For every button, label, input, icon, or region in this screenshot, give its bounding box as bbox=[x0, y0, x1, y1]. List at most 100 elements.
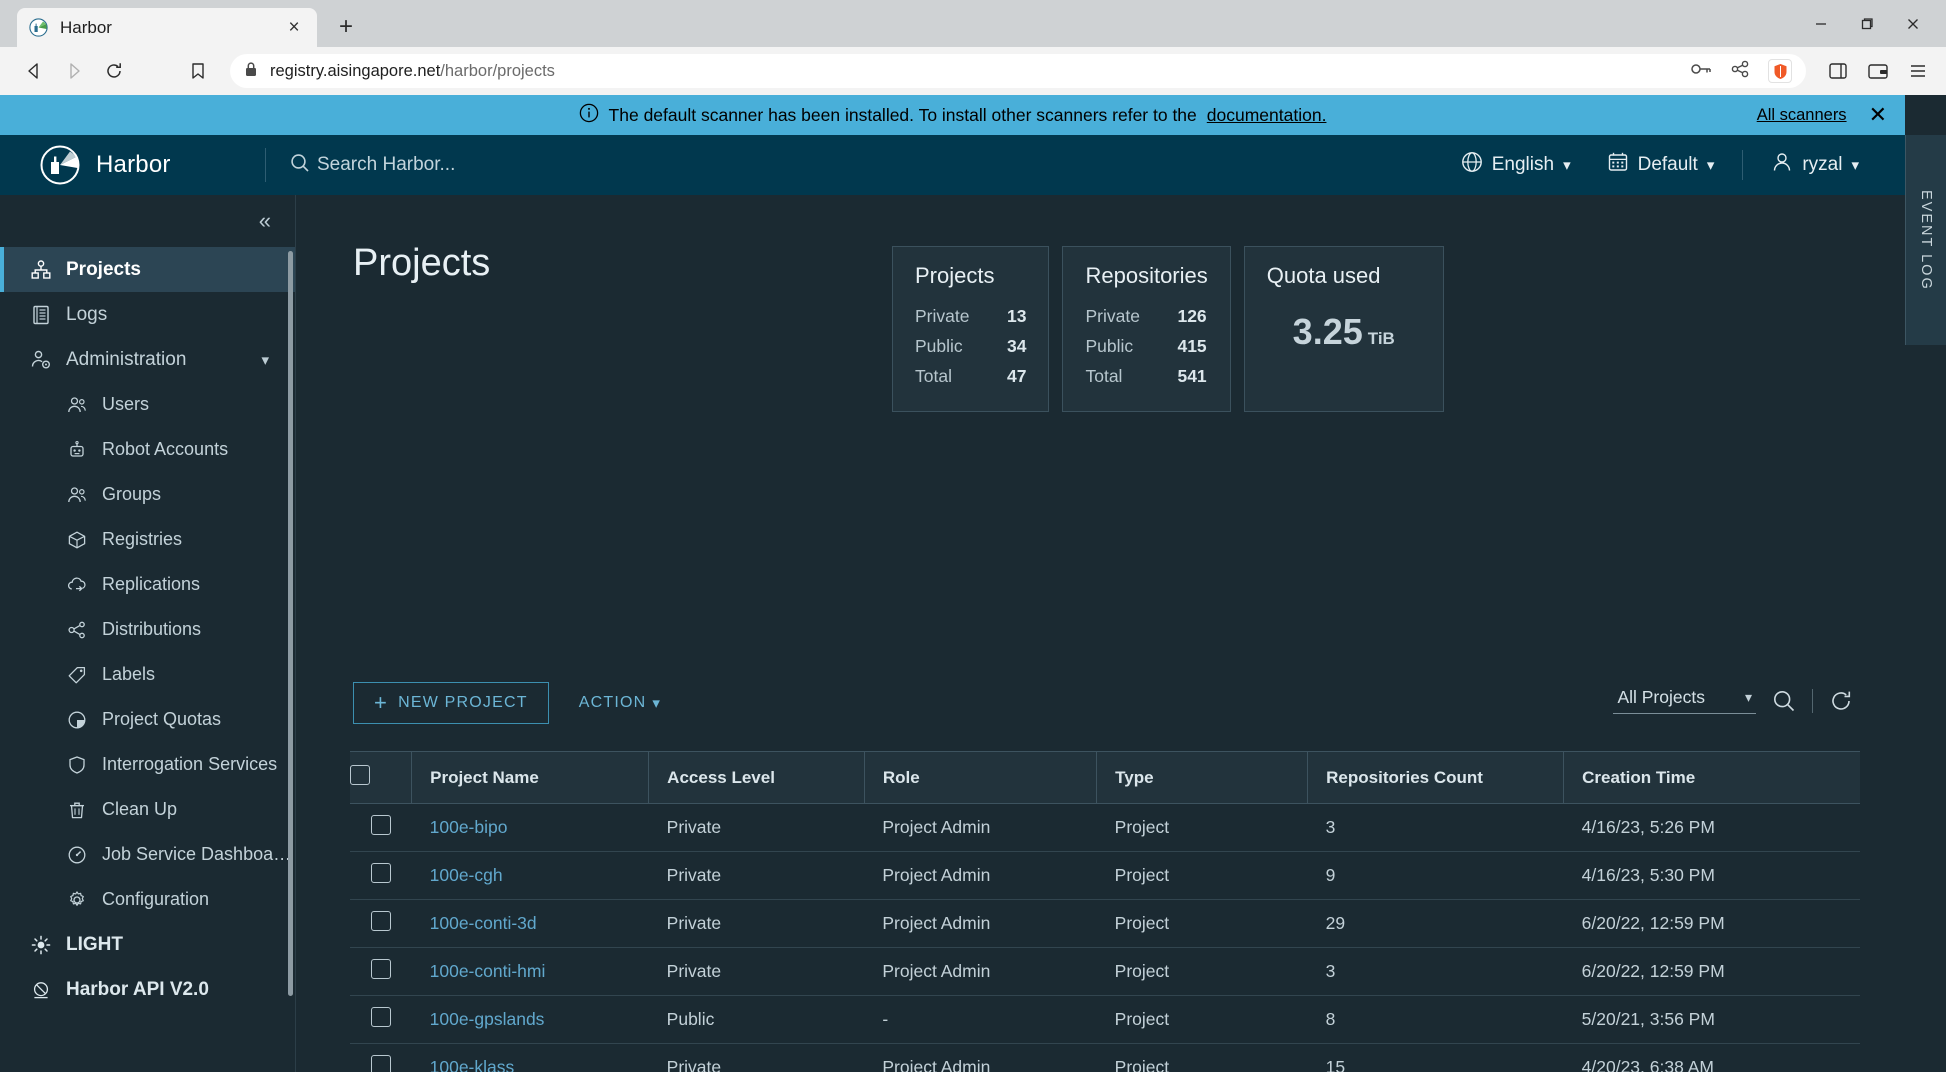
project-link[interactable]: 100e-conti-hmi bbox=[430, 961, 546, 981]
row-checkbox[interactable] bbox=[370, 1055, 391, 1072]
sidebar-item-harbor-api-v2-0[interactable]: Harbor API V2.0 bbox=[0, 967, 295, 1012]
project-context-selector[interactable]: Default ▾ bbox=[1589, 151, 1733, 179]
sidebar-item-replications[interactable]: Replications bbox=[0, 562, 295, 607]
browser-tab[interactable]: Harbor × bbox=[17, 8, 317, 47]
quotas-icon bbox=[66, 709, 88, 731]
column-header-repositories-count[interactable]: Repositories Count bbox=[1307, 751, 1565, 804]
table-row[interactable]: 100e-klass Private Project Admin Project 15 4… bbox=[350, 1043, 1860, 1072]
harbor-logo[interactable]: Harbor bbox=[0, 145, 265, 185]
project-link[interactable]: 100e-klass bbox=[430, 1057, 515, 1072]
cell-created: 6/20/22, 12:59 PM bbox=[1563, 899, 1860, 948]
new-tab-button[interactable]: + bbox=[330, 12, 362, 42]
project-link[interactable]: 100e-conti-3d bbox=[430, 913, 537, 933]
close-tab-icon[interactable]: × bbox=[283, 17, 305, 39]
table-row[interactable]: 100e-cgh Private Project Admin Project 9 4/16… bbox=[350, 851, 1860, 900]
chevron-down-icon: ▾ bbox=[1851, 157, 1859, 174]
row-checkbox[interactable] bbox=[370, 815, 391, 835]
cell-repos: 29 bbox=[1307, 899, 1564, 948]
table-row[interactable]: 100e-bipo Private Project Admin Project 3 4/1… bbox=[350, 803, 1860, 852]
sidebar-item-logs[interactable]: Logs bbox=[0, 292, 295, 337]
column-header-role[interactable]: Role bbox=[864, 751, 1098, 804]
brave-shields-icon[interactable] bbox=[1768, 59, 1792, 83]
chevron-down-icon[interactable]: ▾ bbox=[261, 351, 269, 369]
language-label: English bbox=[1491, 154, 1555, 175]
row-checkbox[interactable] bbox=[370, 863, 391, 883]
project-name-cell: 100e-cgh bbox=[411, 851, 649, 900]
refresh-icon[interactable] bbox=[1829, 689, 1853, 713]
column-header-project-name[interactable]: Project Name bbox=[411, 751, 650, 804]
project-link[interactable]: 100e-bipo bbox=[430, 817, 508, 837]
close-banner-icon[interactable]: ✕ bbox=[1869, 104, 1887, 126]
close-window-button[interactable] bbox=[1890, 8, 1936, 40]
distributions-icon bbox=[66, 619, 88, 641]
reload-button[interactable] bbox=[94, 53, 134, 89]
collapse-sidebar-icon[interactable]: « bbox=[259, 210, 271, 232]
sidebar-item-groups[interactable]: Groups bbox=[0, 472, 295, 517]
address-bar[interactable]: registry.aisingapore.net/harbor/projects bbox=[230, 54, 1806, 88]
labels-icon bbox=[66, 664, 88, 686]
action-dropdown-button[interactable]: ACTION ▾ bbox=[579, 694, 661, 712]
bookmark-icon[interactable] bbox=[178, 53, 218, 89]
sidebar-item-light[interactable]: LIGHT bbox=[0, 922, 295, 967]
event-log-tab[interactable]: EVENT LOG bbox=[1905, 135, 1946, 345]
documentation-link[interactable]: documentation. bbox=[1207, 105, 1327, 126]
row-checkbox[interactable] bbox=[370, 1007, 391, 1027]
user-menu[interactable]: ryzal ▾ bbox=[1753, 151, 1877, 179]
wallet-icon[interactable] bbox=[1858, 53, 1898, 89]
quota-unit: TiB bbox=[1367, 329, 1395, 348]
address-bar-text: registry.aisingapore.net/harbor/projects bbox=[270, 61, 555, 80]
sidebar-item-configuration[interactable]: Configuration bbox=[0, 877, 295, 922]
sidebar-item-administration[interactable]: Administration ▾ bbox=[0, 337, 295, 382]
row-select-cell bbox=[350, 995, 412, 1044]
project-link[interactable]: 100e-gpslands bbox=[430, 1009, 545, 1029]
table-row[interactable]: 100e-conti-hmi Private Project Admin Projec… bbox=[350, 947, 1860, 996]
project-scope-select[interactable]: All Projects ▾ bbox=[1613, 687, 1756, 714]
column-header-access-level[interactable]: Access Level bbox=[648, 751, 865, 804]
browser-window: Harbor × + registry.aisingapore.net/harb… bbox=[0, 0, 1946, 1072]
sidebar-item-job-service-dashboa[interactable]: Job Service Dashboa… bbox=[0, 832, 295, 877]
repositories-summary-card: Repositories Private 126 Public 415 Total 5… bbox=[1062, 246, 1231, 412]
new-project-button[interactable]: + NEW PROJECT bbox=[353, 682, 549, 724]
sidebar-item-distributions[interactable]: Distributions bbox=[0, 607, 295, 652]
sun-icon bbox=[30, 934, 52, 956]
card-row: Total 47 bbox=[915, 361, 1026, 391]
sidebar-scrollbar[interactable] bbox=[288, 251, 293, 996]
quota-value: 3.25 bbox=[1292, 311, 1363, 352]
share-icon[interactable] bbox=[1730, 60, 1750, 83]
sidebar-item-clean-up[interactable]: Clean Up bbox=[0, 787, 295, 832]
minimize-button[interactable] bbox=[1798, 8, 1844, 40]
logs-icon bbox=[30, 304, 52, 326]
column-header-creation-time[interactable]: Creation Time bbox=[1563, 751, 1860, 804]
card-row: Private 13 bbox=[915, 301, 1026, 331]
sidebar-item-label: Clean Up bbox=[102, 799, 178, 819]
all-scanners-link[interactable]: All scanners bbox=[1757, 106, 1847, 125]
sidebar-toggle-icon[interactable] bbox=[1818, 53, 1858, 89]
row-checkbox[interactable] bbox=[370, 911, 391, 931]
users-icon bbox=[66, 394, 88, 416]
table-row[interactable]: 100e-gpslands Public - Project 8 5/20/21, 3:5… bbox=[350, 995, 1860, 1044]
password-key-icon[interactable] bbox=[1690, 60, 1712, 83]
search-icon[interactable] bbox=[1772, 689, 1796, 713]
gear-icon bbox=[66, 889, 88, 911]
sidebar-item-users[interactable]: Users bbox=[0, 382, 295, 427]
select-all-checkbox[interactable] bbox=[350, 765, 370, 785]
sidebar-item-registries[interactable]: Registries bbox=[0, 517, 295, 562]
sidebar-item-labels[interactable]: Labels bbox=[0, 652, 295, 697]
global-search[interactable]: Search Harbor... bbox=[266, 153, 455, 178]
administration-icon bbox=[30, 349, 52, 371]
sidebar-item-label: Groups bbox=[102, 484, 162, 504]
language-selector[interactable]: English ▾ bbox=[1443, 151, 1589, 179]
forward-button[interactable] bbox=[54, 53, 94, 89]
sidebar-item-robot-accounts[interactable]: Robot Accounts bbox=[0, 427, 295, 472]
table-row[interactable]: 100e-conti-3d Private Project Admin Project… bbox=[350, 899, 1860, 948]
browser-menu-icon[interactable] bbox=[1898, 53, 1938, 89]
project-context-label: Default bbox=[1637, 154, 1698, 175]
column-header-type[interactable]: Type bbox=[1096, 751, 1309, 804]
row-checkbox[interactable] bbox=[370, 959, 391, 979]
project-link[interactable]: 100e-cgh bbox=[430, 865, 503, 885]
sidebar-item-projects[interactable]: Projects bbox=[0, 247, 295, 292]
back-button[interactable] bbox=[14, 53, 54, 89]
sidebar-item-interrogation-services[interactable]: Interrogation Services bbox=[0, 742, 295, 787]
maximize-button[interactable] bbox=[1844, 8, 1890, 40]
sidebar-item-project-quotas[interactable]: Project Quotas bbox=[0, 697, 295, 742]
